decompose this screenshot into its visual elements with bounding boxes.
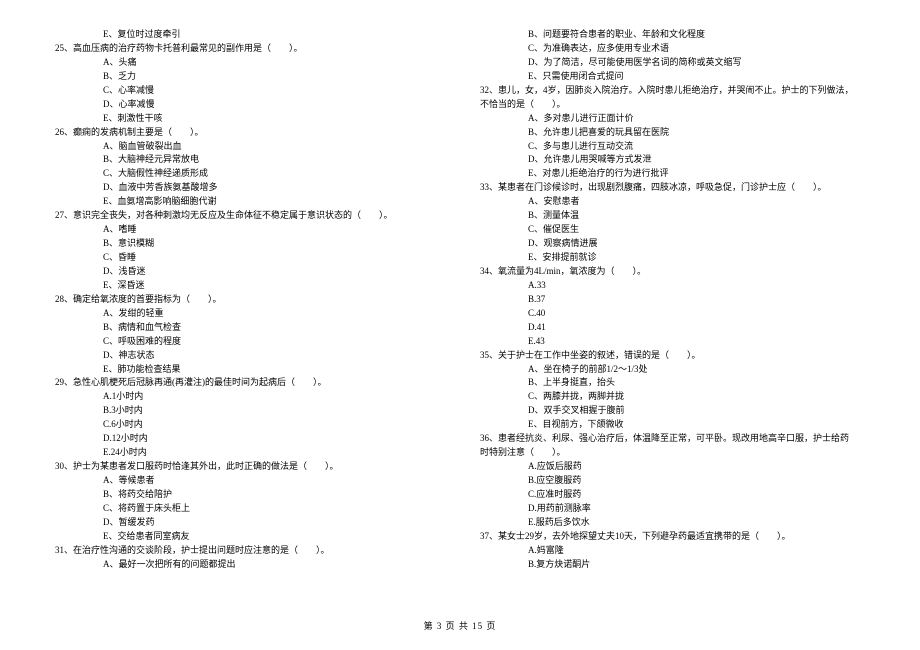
q34-stem: 34、氧流量为4L/min，氧浓度为（ ）。	[480, 265, 865, 279]
q33-d: D、观察病情进展	[480, 237, 865, 251]
q30-a: A、等候患者	[55, 474, 440, 488]
q35-b: B、上半身挺直，抬头	[480, 376, 865, 390]
q32-d: D、允许患儿用哭喊等方式发泄	[480, 153, 865, 167]
q37-stem: 37、某女士29岁，去外地探望丈夫10天，下列避孕药最适宜携带的是（ ）。	[480, 530, 865, 544]
q25-e: E、刺激性干咳	[55, 112, 440, 126]
q35-e: E、目视前方，下颌微收	[480, 418, 865, 432]
q36-stem2: 时特别注意（ ）。	[480, 446, 865, 460]
q36-d: D.用药前测脉率	[480, 502, 865, 516]
q28-b: B、病情和血气检查	[55, 321, 440, 335]
q28-c: C、呼吸困难的程度	[55, 335, 440, 349]
q26-a: A、脑血管破裂出血	[55, 140, 440, 154]
q29-b: B.3小时内	[55, 404, 440, 418]
q31-b: B、问题要符合患者的职业、年龄和文化程度	[480, 28, 865, 42]
q27-d: D、浅昏迷	[55, 265, 440, 279]
q27-a: A、嗜睡	[55, 223, 440, 237]
q29-e: E.24小时内	[55, 446, 440, 460]
q34-a: A.33	[480, 279, 865, 293]
q36-b: B.应空腹服药	[480, 474, 865, 488]
q36-c: C.应准时服药	[480, 488, 865, 502]
q35-c: C、两膝并拢，两脚并拢	[480, 390, 865, 404]
q30-d: D、暂缓发药	[55, 516, 440, 530]
q30-e: E、交给患者同室病友	[55, 530, 440, 544]
right-column: B、问题要符合患者的职业、年龄和文化程度 C、为准确表达，应多使用专业术语 D、…	[480, 28, 865, 572]
q33-a: A、安慰患者	[480, 195, 865, 209]
q29-stem: 29、急性心肌梗死后冠脉再通(再灌注)的最佳时间为起病后（ ）。	[55, 376, 440, 390]
q34-c: C.40	[480, 307, 865, 321]
q32-c: C、多与患儿进行互动交流	[480, 140, 865, 154]
page-footer: 第 3 页 共 15 页	[0, 619, 920, 632]
q36-stem: 36、患者经抗炎、利尿、强心治疗后，体温降至正常，可平卧。现改用地高辛口服，护士…	[480, 432, 865, 446]
q26-d: D、血液中芳香族氨基酸增多	[55, 181, 440, 195]
q26-c: C、大脑假性神经递质形成	[55, 167, 440, 181]
q25-b: B、乏力	[55, 70, 440, 84]
q30-stem: 30、护士为某患者发口服药时恰逢其外出，此时正确的做法是（ ）。	[55, 460, 440, 474]
q27-e: E、深昏迷	[55, 279, 440, 293]
q35-a: A、坐在椅子的前部1/2～1/3处	[480, 363, 865, 377]
q27-b: B、意识模糊	[55, 237, 440, 251]
q26-stem: 26、癫痫的发病机制主要是（ ）。	[55, 126, 440, 140]
q30-b: B、将药交给陪护	[55, 488, 440, 502]
q35-d: D、双手交叉相握于腹前	[480, 404, 865, 418]
q28-a: A、发绀的轻重	[55, 307, 440, 321]
q31-a: A、最好一次把所有的问题都提出	[55, 558, 440, 572]
q33-stem: 33、某患者在门诊候诊时，出现剧烈腹痛，四肢冰凉，呼吸急促，门诊护士应（ ）。	[480, 181, 865, 195]
q28-d: D、神志状态	[55, 349, 440, 363]
q36-a: A.应饭后服药	[480, 460, 865, 474]
q37-a: A.妈富隆	[480, 544, 865, 558]
q32-b: B、允许患儿把喜爱的玩具留在医院	[480, 126, 865, 140]
q36-e: E.服药后多饮水	[480, 516, 865, 530]
q28-stem: 28、确定给氧浓度的首要指标为（ ）。	[55, 293, 440, 307]
q32-e: E、对患儿拒绝治疗的行为进行批评	[480, 167, 865, 181]
q37-b: B.复方炔诺酮片	[480, 558, 865, 572]
q33-b: B、测量体温	[480, 209, 865, 223]
q35-stem: 35、关于护士在工作中坐姿的叙述，错误的是（ ）。	[480, 349, 865, 363]
q25-a: A、头痛	[55, 56, 440, 70]
q34-d: D.41	[480, 321, 865, 335]
left-column: E、复位时过度牵引 25、高血压病的治疗药物卡托普利最常见的副作用是（ ）。 A…	[55, 28, 440, 572]
q25-d: D、心率减慢	[55, 98, 440, 112]
q33-c: C、催促医生	[480, 223, 865, 237]
q30-c: C、将药置于床头柜上	[55, 502, 440, 516]
q29-a: A.1小时内	[55, 390, 440, 404]
q34-e: E.43	[480, 335, 865, 349]
q29-d: D.12小时内	[55, 432, 440, 446]
q32-a: A、多对患儿进行正面计价	[480, 112, 865, 126]
q31-c: C、为准确表达，应多使用专业术语	[480, 42, 865, 56]
q26-b: B、大脑神经元异常放电	[55, 153, 440, 167]
q24-opt-e: E、复位时过度牵引	[55, 28, 440, 42]
q25-stem: 25、高血压病的治疗药物卡托普利最常见的副作用是（ ）。	[55, 42, 440, 56]
q33-e: E、安排提前就诊	[480, 251, 865, 265]
q31-stem: 31、在治疗性沟通的交谈阶段，护士提出问题时应注意的是（ ）。	[55, 544, 440, 558]
q26-e: E、血氨增高影响脑细胞代谢	[55, 195, 440, 209]
q27-c: C、昏睡	[55, 251, 440, 265]
q34-b: B.37	[480, 293, 865, 307]
q32-stem2: 不恰当的是（ ）。	[480, 98, 865, 112]
q29-c: C.6小时内	[55, 418, 440, 432]
q31-e: E、只需使用闭合式提问	[480, 70, 865, 84]
q31-d: D、为了简洁，尽可能使用医学名词的简称或英文缩写	[480, 56, 865, 70]
q32-stem: 32、患儿，女，4岁，因肺炎入院治疗。入院时患儿拒绝治疗，并哭闹不止。护士的下列…	[480, 84, 865, 98]
q27-stem: 27、意识完全丧失，对各种刺激均无反应及生命体征不稳定属于意识状态的（ ）。	[55, 209, 440, 223]
q25-c: C、心率减慢	[55, 84, 440, 98]
q28-e: E、肺功能检查结果	[55, 363, 440, 377]
